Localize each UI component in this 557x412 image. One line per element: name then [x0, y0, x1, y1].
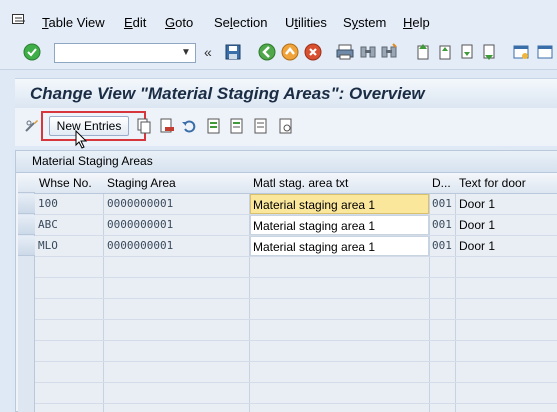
- table-caption-text: Material Staging Areas: [32, 154, 153, 168]
- empty-row: [35, 278, 557, 299]
- find-next-icon[interactable]: [380, 43, 398, 61]
- application-toolbar: New Entries: [15, 108, 557, 146]
- shortcut-icon[interactable]: [536, 43, 554, 61]
- delete-icon[interactable]: [159, 118, 175, 134]
- cell-whse: ABC: [38, 218, 58, 231]
- data-table: Whse No. Staging Area Matl stag. area tx…: [18, 173, 557, 412]
- cell-door-text: Door 1: [459, 239, 496, 253]
- menu-system[interactable]: System: [343, 15, 386, 30]
- display-change-icon[interactable]: [24, 118, 40, 134]
- empty-row: [35, 320, 557, 341]
- system-menu-icon[interactable]: [12, 14, 26, 26]
- row-selector-column: [18, 173, 35, 412]
- menu-goto[interactable]: Goto: [165, 15, 193, 30]
- select-block-icon[interactable]: [229, 118, 245, 134]
- row-selector[interactable]: [18, 215, 35, 235]
- header-door[interactable]: D...: [432, 176, 456, 190]
- empty-row: [35, 341, 557, 362]
- table-row: MLO 0000000001 Material staging area 1 0…: [35, 236, 557, 257]
- back-arrows-icon[interactable]: «: [204, 44, 212, 60]
- menu-help[interactable]: Help: [403, 15, 430, 30]
- table-row: ABC 0000000001 Material staging area 1 0…: [35, 215, 557, 236]
- enter-check-icon[interactable]: [23, 43, 41, 61]
- previous-page-icon[interactable]: [436, 43, 454, 61]
- first-page-icon[interactable]: [414, 43, 432, 61]
- undo-change-icon[interactable]: [181, 118, 197, 134]
- title-bar: Change View "Material Staging Areas": Ov…: [15, 78, 557, 108]
- cell-staging-area: 0000000001: [107, 218, 174, 231]
- table-caption: Material Staging Areas: [16, 151, 557, 173]
- cell-door-text: Door 1: [459, 197, 496, 211]
- header-matl-stag-area-txt[interactable]: Matl stag. area txt: [253, 176, 429, 190]
- mouse-cursor-icon: [75, 130, 88, 149]
- print-field-list-icon[interactable]: [278, 118, 294, 134]
- cell-whse: 100: [38, 197, 58, 210]
- cell-door-text: Door 1: [459, 218, 496, 232]
- header-text-for-door[interactable]: Text for door: [459, 176, 557, 190]
- row-selector[interactable]: [18, 236, 35, 256]
- page-title: Change View "Material Staging Areas": Ov…: [30, 84, 425, 103]
- cell-staging-text-input[interactable]: Material staging area 1: [250, 215, 429, 235]
- select-all-cell[interactable]: [18, 173, 35, 193]
- standard-toolbar: ▼ «: [0, 38, 557, 70]
- copy-as-icon[interactable]: [136, 118, 152, 134]
- empty-row: [35, 362, 557, 383]
- new-entries-button[interactable]: New Entries: [49, 116, 129, 136]
- create-session-icon[interactable]: [512, 43, 530, 61]
- cell-staging-text-input[interactable]: Material staging area 1: [250, 194, 429, 214]
- menu-edit[interactable]: Edit: [124, 15, 146, 30]
- exit-icon[interactable]: [281, 43, 299, 61]
- save-icon[interactable]: [224, 43, 242, 61]
- header-staging-area[interactable]: Staging Area: [107, 176, 247, 190]
- cell-door: 001: [432, 218, 452, 231]
- print-icon[interactable]: [336, 43, 354, 61]
- select-all-icon[interactable]: [206, 118, 222, 134]
- chevron-down-icon[interactable]: ▼: [179, 46, 193, 60]
- empty-row: [35, 257, 557, 278]
- cell-staging-area: 0000000001: [107, 197, 174, 210]
- cell-whse: MLO: [38, 239, 58, 252]
- table-header: Whse No. Staging Area Matl stag. area tx…: [35, 173, 557, 194]
- cell-staging-text-input[interactable]: Material staging area 1: [250, 236, 429, 256]
- empty-row: [35, 383, 557, 404]
- cell-door: 001: [432, 239, 452, 252]
- cancel-icon[interactable]: [304, 43, 322, 61]
- empty-row: [35, 299, 557, 320]
- cell-door: 001: [432, 197, 452, 210]
- command-field[interactable]: ▼: [54, 43, 196, 63]
- deselect-all-icon[interactable]: [253, 118, 269, 134]
- header-whse-no[interactable]: Whse No.: [39, 176, 103, 190]
- next-page-icon[interactable]: [458, 43, 476, 61]
- find-icon[interactable]: [359, 43, 377, 61]
- cell-staging-area: 0000000001: [107, 239, 174, 252]
- last-page-icon[interactable]: [480, 43, 498, 61]
- row-selector[interactable]: [18, 194, 35, 214]
- menu-utilities[interactable]: Utilities: [285, 15, 327, 30]
- table-row: 100 0000000001 Material staging area 1 0…: [35, 194, 557, 215]
- menu-table-view[interactable]: Table View: [42, 15, 105, 30]
- table-panel: Material Staging Areas Whse No. Staging …: [15, 150, 557, 412]
- back-icon[interactable]: [258, 43, 276, 61]
- menu-selection[interactable]: Selection: [214, 15, 268, 30]
- menu-bar: Table View Edit Goto Selection Utilities…: [0, 0, 557, 38]
